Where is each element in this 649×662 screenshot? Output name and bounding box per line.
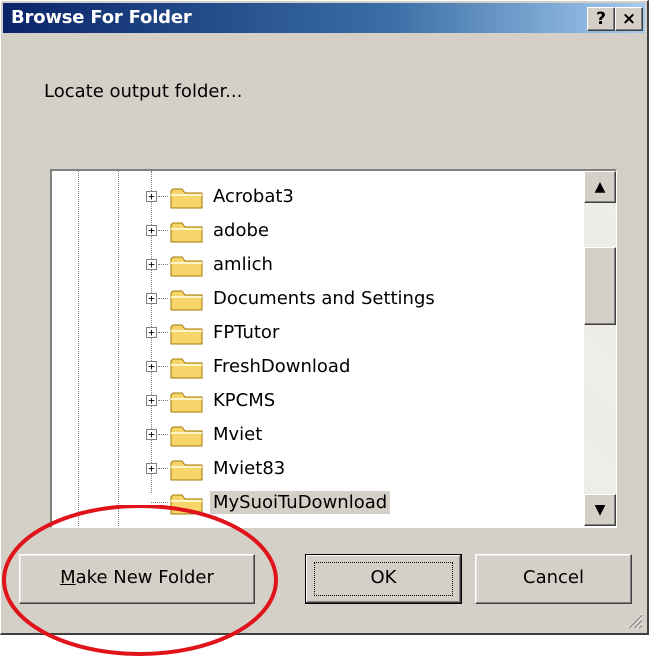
browse-for-folder-dialog: Browse For Folder ? × Locate output fold… — [0, 0, 649, 635]
expand-plus-icon[interactable]: + — [146, 361, 157, 372]
make-new-folder-button[interactable]: Make New Folder — [19, 554, 255, 604]
folder-tree[interactable]: + Acrobat3 + adobe + amlich + Documents and Set… — [50, 169, 617, 528]
tree-item[interactable]: + Mviet83 — [146, 455, 576, 485]
tree-connector-line — [158, 196, 168, 197]
scroll-down-button[interactable]: ▼ — [584, 494, 616, 526]
tree-item-label: amlich — [213, 254, 273, 275]
folder-icon — [170, 220, 204, 244]
tree-item[interactable]: + amlich — [146, 251, 576, 281]
expand-plus-icon[interactable]: + — [146, 429, 157, 440]
tree-connector-line — [151, 502, 168, 503]
tree-item[interactable]: + Acrobat3 — [146, 183, 576, 213]
folder-icon — [170, 492, 204, 516]
folder-icon — [170, 322, 204, 346]
tree-item-label: KPCMS — [213, 390, 276, 411]
make-new-folder-label: ake New Folder — [75, 567, 214, 588]
title-bar[interactable]: Browse For Folder ? × — [3, 3, 645, 33]
ok-button[interactable]: OK — [305, 554, 462, 604]
expand-plus-icon[interactable]: + — [146, 293, 157, 304]
expand-plus-icon[interactable]: + — [146, 327, 157, 338]
tree-item-label: FreshDownload — [213, 356, 351, 377]
tree-item[interactable]: + KPCMS — [146, 387, 576, 417]
tree-connector-line — [158, 230, 168, 231]
tree-item[interactable]: + FPTutor — [146, 319, 576, 349]
expand-plus-icon[interactable]: + — [146, 225, 157, 236]
tree-guide-line — [118, 171, 119, 526]
folder-icon — [170, 288, 204, 312]
expand-plus-icon[interactable]: + — [146, 463, 157, 474]
close-button[interactable]: × — [615, 7, 643, 31]
tree-item-label: Mviet — [213, 424, 263, 445]
ok-label: OK — [370, 567, 397, 588]
dialog-prompt: Locate output folder... — [44, 81, 243, 102]
tree-item-label: Acrobat3 — [213, 186, 294, 207]
folder-icon — [170, 458, 204, 482]
tree-item[interactable]: + adobe — [146, 217, 576, 247]
tree-item[interactable]: + Mviet — [146, 421, 576, 451]
scrollbar-thumb[interactable] — [584, 247, 616, 325]
tree-item-label: MySuoiTuDownload — [210, 491, 391, 514]
scroll-up-button[interactable]: ▲ — [584, 171, 616, 203]
tree-connector-line — [158, 468, 168, 469]
help-button[interactable]: ? — [587, 7, 615, 31]
tree-connector-line — [158, 434, 168, 435]
tree-connector-line — [158, 400, 168, 401]
tree-connector-line — [158, 366, 168, 367]
tree-item[interactable]: + FreshDownload — [146, 353, 576, 383]
tree-connector-line — [158, 298, 168, 299]
folder-icon — [170, 356, 204, 380]
expand-plus-icon[interactable]: + — [146, 395, 157, 406]
folder-icon — [170, 186, 204, 210]
tree-connector-line — [158, 264, 168, 265]
tree-item-label: Documents and Settings — [213, 288, 435, 309]
expand-plus-icon[interactable]: + — [146, 259, 157, 270]
tree-item[interactable]: + Documents and Settings — [146, 285, 576, 315]
tree-item[interactable]: MySuoiTuDownload — [146, 489, 576, 519]
tree-item-label: adobe — [213, 220, 269, 241]
expand-plus-icon[interactable]: + — [146, 191, 157, 202]
folder-tree-content: + Acrobat3 + adobe + amlich + Documents and Set… — [52, 171, 584, 526]
tree-connector-line — [158, 332, 168, 333]
vertical-scrollbar[interactable]: ▲ ▼ — [584, 171, 616, 526]
tree-item-label: FPTutor — [213, 322, 280, 343]
tree-item-label: Mviet83 — [213, 458, 286, 479]
tree-guide-line — [78, 171, 79, 526]
mnemonic-letter: M — [60, 567, 76, 588]
folder-icon — [170, 390, 204, 414]
resize-grip-icon[interactable] — [625, 611, 643, 629]
cancel-button[interactable]: Cancel — [475, 554, 632, 604]
folder-icon — [170, 254, 204, 278]
folder-icon — [170, 424, 204, 448]
window-title: Browse For Folder — [11, 7, 192, 28]
